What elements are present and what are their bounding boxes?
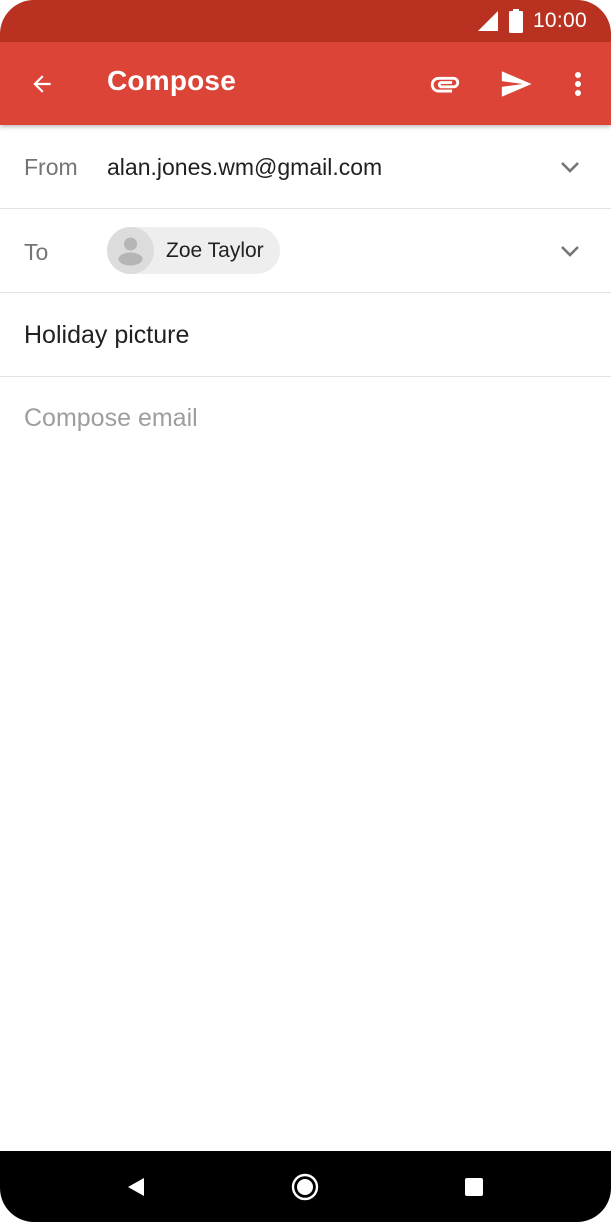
- battery-icon: [508, 9, 523, 33]
- subject-field[interactable]: Holiday picture: [24, 321, 189, 350]
- signal-icon: [477, 10, 499, 32]
- person-icon: [107, 227, 154, 274]
- chevron-down-icon[interactable]: [556, 153, 584, 181]
- to-row[interactable]: To Zoe Taylor: [0, 209, 611, 293]
- system-nav-bar: [0, 1151, 611, 1222]
- from-label: From: [24, 154, 78, 180]
- chevron-down-icon[interactable]: [556, 237, 584, 265]
- send-icon[interactable]: [495, 64, 537, 104]
- recipient-name: Zoe Taylor: [166, 238, 264, 262]
- status-time: 10:00: [532, 9, 587, 32]
- from-row[interactable]: From alan.jones.wm@gmail.com: [0, 125, 611, 209]
- phone-screen: 10:00 Compose From alan.jones.wm@gmail.c…: [0, 0, 611, 1222]
- from-account[interactable]: alan.jones.wm@gmail.com: [107, 154, 382, 181]
- compose-body-input[interactable]: [24, 398, 584, 438]
- recipient-chip[interactable]: Zoe Taylor: [107, 227, 280, 274]
- back-arrow-icon[interactable]: [22, 64, 62, 104]
- home-circle-icon[interactable]: [287, 1169, 323, 1205]
- more-vert-icon[interactable]: [560, 64, 596, 104]
- to-label: To: [24, 239, 49, 265]
- recents-square-icon[interactable]: [456, 1169, 492, 1205]
- attach-icon[interactable]: [424, 64, 466, 104]
- page-title: Compose: [107, 65, 236, 96]
- app-bar: Compose: [0, 42, 611, 125]
- subject-row[interactable]: Holiday picture: [0, 293, 611, 377]
- back-triangle-icon[interactable]: [118, 1169, 154, 1205]
- status-bar: 10:00: [0, 0, 611, 42]
